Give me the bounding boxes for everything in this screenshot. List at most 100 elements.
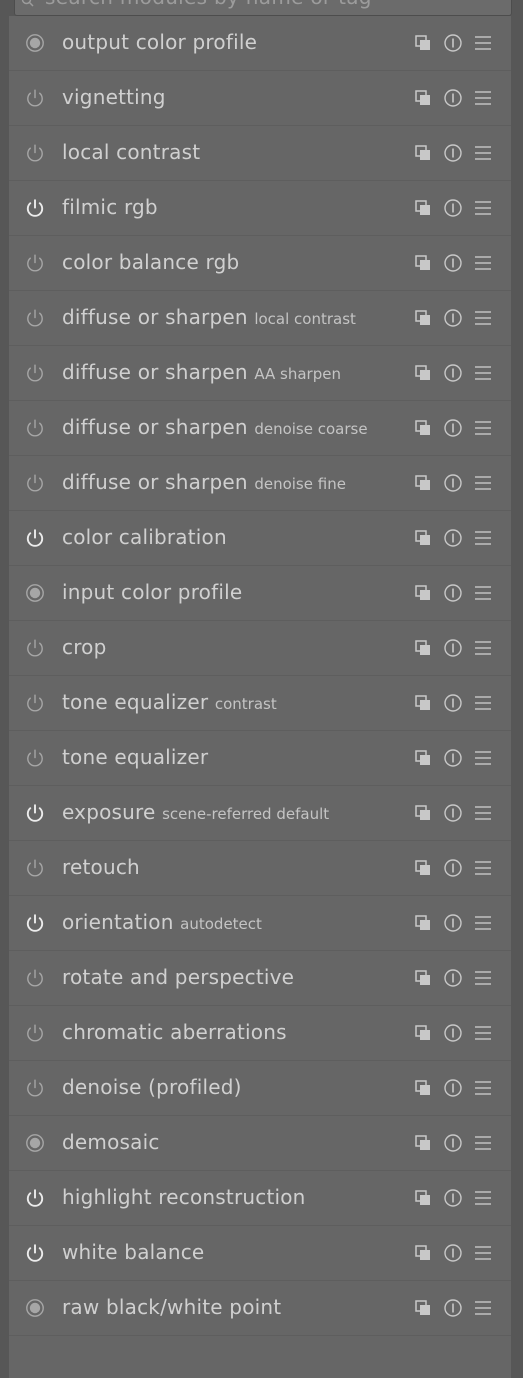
power-off-icon[interactable]: [25, 858, 45, 878]
power-off-icon[interactable]: [25, 253, 45, 273]
power-on-icon[interactable]: [25, 913, 45, 933]
hamburger-menu-icon[interactable]: [473, 858, 493, 878]
reset-icon[interactable]: [443, 418, 463, 438]
module-row-raw-black-white-point[interactable]: raw black/white point: [9, 1281, 511, 1336]
reset-icon[interactable]: [443, 528, 463, 548]
module-row-demosaic[interactable]: demosaic: [9, 1116, 511, 1171]
power-on-icon[interactable]: [25, 803, 45, 823]
module-row-rotate-and-perspective[interactable]: rotate and perspective: [9, 951, 511, 1006]
hamburger-menu-icon[interactable]: [473, 363, 493, 383]
hamburger-menu-icon[interactable]: [473, 748, 493, 768]
reset-icon[interactable]: [443, 1023, 463, 1043]
presets-icon[interactable]: [413, 693, 433, 713]
module-row-local-contrast[interactable]: local contrast: [9, 126, 511, 181]
power-on-icon[interactable]: [25, 528, 45, 548]
hamburger-menu-icon[interactable]: [473, 473, 493, 493]
hamburger-menu-icon[interactable]: [473, 198, 493, 218]
module-row-white-balance[interactable]: white balance: [9, 1226, 511, 1281]
module-row-color-calibration[interactable]: color calibration: [9, 511, 511, 566]
power-off-icon[interactable]: [25, 968, 45, 988]
module-row-diffuse-or-sharpen[interactable]: diffuse or sharpen local contrast: [9, 291, 511, 346]
hamburger-menu-icon[interactable]: [473, 1243, 493, 1263]
module-row-highlight-reconstruction[interactable]: highlight reconstruction: [9, 1171, 511, 1226]
power-off-icon[interactable]: [25, 363, 45, 383]
presets-icon[interactable]: [413, 143, 433, 163]
power-off-icon[interactable]: [25, 638, 45, 658]
reset-icon[interactable]: [443, 583, 463, 603]
reset-icon[interactable]: [443, 198, 463, 218]
reset-icon[interactable]: [443, 473, 463, 493]
power-off-icon[interactable]: [25, 473, 45, 493]
hamburger-menu-icon[interactable]: [473, 33, 493, 53]
hamburger-menu-icon[interactable]: [473, 968, 493, 988]
presets-icon[interactable]: [413, 1078, 433, 1098]
hamburger-menu-icon[interactable]: [473, 1023, 493, 1043]
presets-icon[interactable]: [413, 363, 433, 383]
hamburger-menu-icon[interactable]: [473, 253, 493, 273]
hamburger-menu-icon[interactable]: [473, 1298, 493, 1318]
hamburger-menu-icon[interactable]: [473, 1078, 493, 1098]
presets-icon[interactable]: [413, 1023, 433, 1043]
reset-icon[interactable]: [443, 1188, 463, 1208]
module-row-diffuse-or-sharpen[interactable]: diffuse or sharpen denoise coarse: [9, 401, 511, 456]
module-row-chromatic-aberrations[interactable]: chromatic aberrations: [9, 1006, 511, 1061]
hamburger-menu-icon[interactable]: [473, 913, 493, 933]
power-off-icon[interactable]: [25, 1078, 45, 1098]
module-row-orientation[interactable]: orientation autodetect: [9, 896, 511, 951]
module-row-output-color-profile[interactable]: output color profile: [9, 16, 511, 71]
module-row-crop[interactable]: crop: [9, 621, 511, 676]
module-row-tone-equalizer[interactable]: tone equalizer: [9, 731, 511, 786]
power-on-icon[interactable]: [25, 198, 45, 218]
module-row-tone-equalizer[interactable]: tone equalizer contrast: [9, 676, 511, 731]
reset-icon[interactable]: [443, 858, 463, 878]
presets-icon[interactable]: [413, 418, 433, 438]
hamburger-menu-icon[interactable]: [473, 803, 493, 823]
presets-icon[interactable]: [413, 748, 433, 768]
search-modules-input[interactable]: search modules by name or tag: [14, 0, 512, 16]
presets-icon[interactable]: [413, 803, 433, 823]
reset-icon[interactable]: [443, 1243, 463, 1263]
hamburger-menu-icon[interactable]: [473, 693, 493, 713]
power-off-icon[interactable]: [25, 88, 45, 108]
module-row-input-color-profile[interactable]: input color profile: [9, 566, 511, 621]
reset-icon[interactable]: [443, 143, 463, 163]
reset-icon[interactable]: [443, 88, 463, 108]
presets-icon[interactable]: [413, 913, 433, 933]
hamburger-menu-icon[interactable]: [473, 1188, 493, 1208]
presets-icon[interactable]: [413, 528, 433, 548]
reset-icon[interactable]: [443, 803, 463, 823]
presets-icon[interactable]: [413, 308, 433, 328]
hamburger-menu-icon[interactable]: [473, 638, 493, 658]
presets-icon[interactable]: [413, 33, 433, 53]
reset-icon[interactable]: [443, 1133, 463, 1153]
power-off-icon[interactable]: [25, 308, 45, 328]
reset-icon[interactable]: [443, 748, 463, 768]
reset-icon[interactable]: [443, 363, 463, 383]
module-row-color-balance-rgb[interactable]: color balance rgb: [9, 236, 511, 291]
presets-icon[interactable]: [413, 253, 433, 273]
module-row-denoise-profiled[interactable]: denoise (profiled): [9, 1061, 511, 1116]
presets-icon[interactable]: [413, 198, 433, 218]
power-off-icon[interactable]: [25, 1023, 45, 1043]
hamburger-menu-icon[interactable]: [473, 528, 493, 548]
reset-icon[interactable]: [443, 913, 463, 933]
presets-icon[interactable]: [413, 968, 433, 988]
hamburger-menu-icon[interactable]: [473, 308, 493, 328]
hamburger-menu-icon[interactable]: [473, 583, 493, 603]
reset-icon[interactable]: [443, 638, 463, 658]
presets-icon[interactable]: [413, 583, 433, 603]
presets-icon[interactable]: [413, 638, 433, 658]
reset-icon[interactable]: [443, 33, 463, 53]
presets-icon[interactable]: [413, 1243, 433, 1263]
power-off-icon[interactable]: [25, 143, 45, 163]
power-on-icon[interactable]: [25, 1243, 45, 1263]
module-row-diffuse-or-sharpen[interactable]: diffuse or sharpen denoise fine: [9, 456, 511, 511]
reset-icon[interactable]: [443, 968, 463, 988]
power-off-icon[interactable]: [25, 418, 45, 438]
reset-icon[interactable]: [443, 253, 463, 273]
hamburger-menu-icon[interactable]: [473, 88, 493, 108]
module-row-exposure[interactable]: exposure scene-referred default: [9, 786, 511, 841]
hamburger-menu-icon[interactable]: [473, 418, 493, 438]
power-off-icon[interactable]: [25, 693, 45, 713]
presets-icon[interactable]: [413, 473, 433, 493]
